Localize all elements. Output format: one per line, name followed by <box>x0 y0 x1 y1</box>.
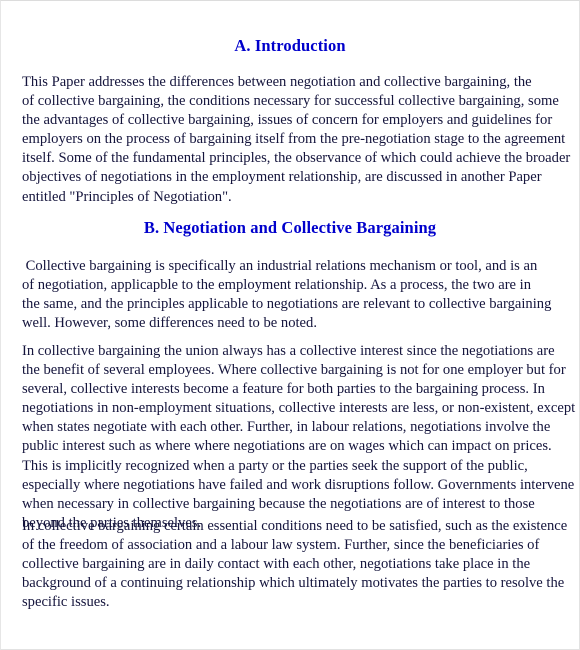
paragraph-collective-bargaining-definition: Collective bargaining is specifically an… <box>22 257 579 333</box>
text-line: of collective bargaining, the conditions… <box>22 93 559 110</box>
text-line: when necessary in collective bargaining … <box>22 495 535 512</box>
text-line: In collective bargaining certain essenti… <box>22 518 568 534</box>
text-line: public interest such as where where nego… <box>22 438 552 455</box>
text-line: objectives of negotiations in the employ… <box>22 169 542 186</box>
text-line: the advantages of collective bargaining,… <box>22 112 553 129</box>
paragraph-essential-conditions: In collective bargaining certain essenti… <box>22 517 579 612</box>
text-line: background of a continuing relationship … <box>22 575 565 592</box>
text-line: itself. Some of the fundamental principl… <box>22 150 571 167</box>
text-line: collective bargaining are in daily conta… <box>22 556 531 573</box>
text-line: when states negotiate with each other. F… <box>22 419 551 436</box>
document-page: A. Introduction This Paper addresses the… <box>0 0 580 650</box>
paragraph-collective-interest: In collective bargaining the union alway… <box>22 342 579 533</box>
text-line: This Paper addresses the differences bet… <box>22 74 532 90</box>
section-heading-negotiation-collective-bargaining: B. Negotiation and Collective Bargaining <box>143 218 437 237</box>
text-line: the benefit of several employees. Where … <box>22 362 566 379</box>
text-line: of negotiation, applicapble to the emplo… <box>22 277 532 294</box>
page-content-area: A. Introduction This Paper addresses the… <box>1 1 579 647</box>
text-line: entitled "Principles of Negotiation". <box>22 188 232 205</box>
text-line: of the freedom of association and a labo… <box>22 537 540 554</box>
text-line: well. However, some differences need to … <box>22 315 317 332</box>
text-line: This is implicitly recognized when a par… <box>22 457 528 474</box>
text-line: employers on the process of bargaining i… <box>22 131 566 148</box>
text-line: especially where negotiations have faile… <box>22 476 575 493</box>
paragraph-introduction-body: This Paper addresses the differences bet… <box>22 73 579 207</box>
text-line: In collective bargaining the union alway… <box>22 343 555 359</box>
text-line: several, collective interests become a f… <box>22 381 545 398</box>
text-line: Collective bargaining is specifically an… <box>22 258 538 274</box>
section-heading-introduction: A. Introduction <box>234 36 346 55</box>
text-line: negotiations in non-employment situation… <box>22 400 576 417</box>
text-line: specific issues. <box>22 594 110 611</box>
text-line: the same, and the principles applicable … <box>22 296 552 313</box>
